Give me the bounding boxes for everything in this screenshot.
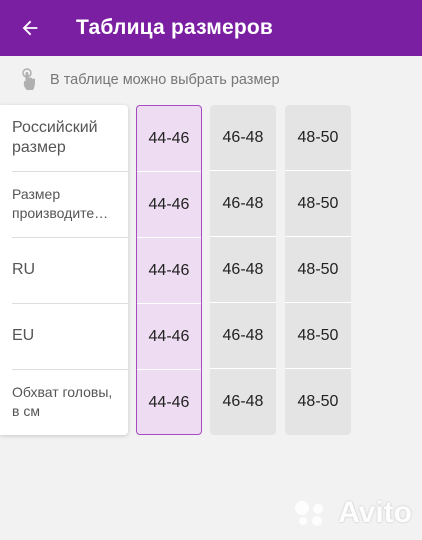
back-button[interactable] (2, 0, 58, 56)
row-label-head-circumference: Обхват головы, в см (12, 369, 128, 435)
size-cell: 44-46 (137, 304, 201, 370)
row-label-eu: EU (12, 303, 128, 370)
tap-hand-icon (22, 68, 35, 90)
size-column-48-50[interactable]: 48-50 48-50 48-50 48-50 48-50 (285, 105, 351, 435)
row-label-text: RU (12, 261, 36, 278)
size-cell: 46-48 (210, 237, 276, 303)
size-cell: 48-50 (285, 105, 351, 171)
size-cell: 48-50 (285, 303, 351, 369)
hint-text: В таблице можно выбрать размер (50, 72, 280, 88)
row-labels-card: Российский размер Размер производите… RU… (0, 105, 128, 435)
arrow-left-icon (22, 20, 38, 36)
row-label-manufacturer-size: Размер производите… (12, 171, 128, 238)
size-cell: 48-50 (285, 237, 351, 303)
size-cell: 46-48 (210, 171, 276, 237)
page-title: Таблица размеров (76, 16, 274, 39)
size-column-46-48[interactable]: 46-48 46-48 46-48 46-48 46-48 (210, 105, 276, 435)
size-column-44-46[interactable]: 44-46 44-46 44-46 44-46 44-46 (136, 105, 202, 435)
size-cell: 48-50 (297, 393, 339, 410)
size-cell: 44-46 (137, 172, 201, 238)
avito-watermark: Avito (292, 496, 412, 530)
row-label-text: Обхват головы, в см (12, 384, 113, 419)
app-bar: Таблица размеров (0, 0, 422, 56)
hint-row: В таблице можно выбрать размер (20, 66, 280, 94)
row-label-text: EU (12, 327, 35, 344)
avito-logo-icon (295, 501, 324, 526)
size-cell: 44-46 (148, 394, 190, 411)
size-cell: 46-48 (222, 393, 264, 410)
row-label-russian-size: Российский размер (12, 105, 128, 172)
row-label-text: Российский размер (12, 119, 98, 156)
row-label-text: Размер производите… (12, 186, 109, 221)
size-cell: 46-48 (210, 303, 276, 369)
watermark-text: Avito (338, 496, 412, 529)
size-cell: 46-48 (210, 105, 276, 171)
size-cell: 44-46 (137, 106, 201, 172)
size-cell: 44-46 (137, 238, 201, 304)
row-label-ru: RU (12, 237, 128, 304)
size-cell: 48-50 (285, 171, 351, 237)
